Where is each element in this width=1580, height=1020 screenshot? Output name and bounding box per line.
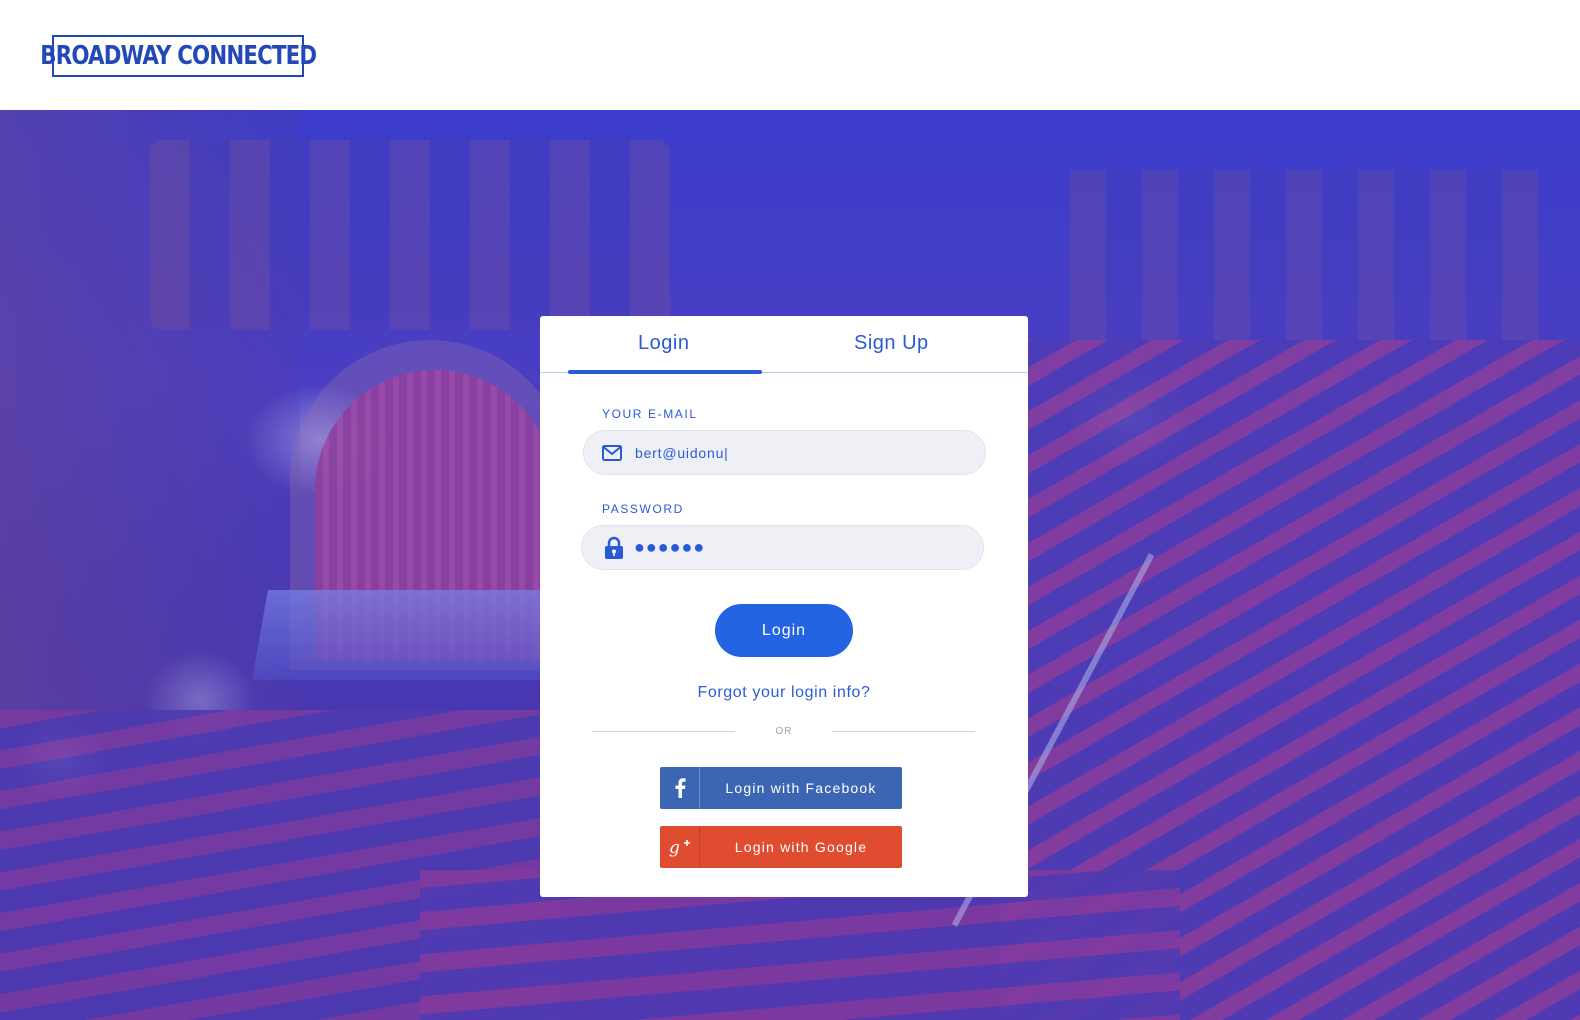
email-value: bert@uidonu|: [635, 445, 729, 461]
email-field[interactable]: bert@uidonu|: [583, 430, 986, 475]
forgot-login-link[interactable]: Forgot your login info?: [540, 684, 1028, 702]
brand-logo-text: BROADWAY CONNECTED: [39, 41, 317, 71]
svg-text:g: g: [669, 838, 680, 857]
facebook-button-label: Login with Facebook: [725, 780, 877, 796]
top-bar: BROADWAY CONNECTED: [0, 0, 1580, 110]
login-with-facebook-button[interactable]: Login with Facebook: [660, 767, 902, 809]
google-plus-icon: g: [660, 826, 700, 868]
password-label: PASSWORD: [602, 502, 684, 516]
email-label: YOUR E-MAIL: [602, 407, 698, 421]
facebook-icon: [660, 767, 700, 809]
tab-sign-up[interactable]: Sign Up: [854, 332, 929, 355]
theater-balcony-right: [1070, 170, 1540, 340]
tab-login[interactable]: Login: [638, 332, 689, 355]
theater-stage: [252, 590, 588, 680]
brand-logo[interactable]: BROADWAY CONNECTED: [40, 35, 317, 77]
login-with-google-button[interactable]: g Login with Google: [660, 826, 902, 868]
google-button-label: Login with Google: [734, 839, 868, 855]
mail-icon: [602, 445, 624, 467]
password-value: ●●●●●●: [634, 537, 706, 557]
login-card: Login Sign Up YOUR E-MAIL bert@uidonu| P…: [540, 316, 1028, 897]
theater-balcony: [150, 140, 670, 330]
active-tab-indicator: [568, 370, 762, 374]
lock-icon: [604, 536, 626, 559]
auth-tabs: Login Sign Up: [540, 316, 1028, 374]
divider-right: [832, 731, 975, 732]
login-button[interactable]: Login: [715, 604, 853, 657]
password-field[interactable]: ●●●●●●: [581, 525, 984, 570]
